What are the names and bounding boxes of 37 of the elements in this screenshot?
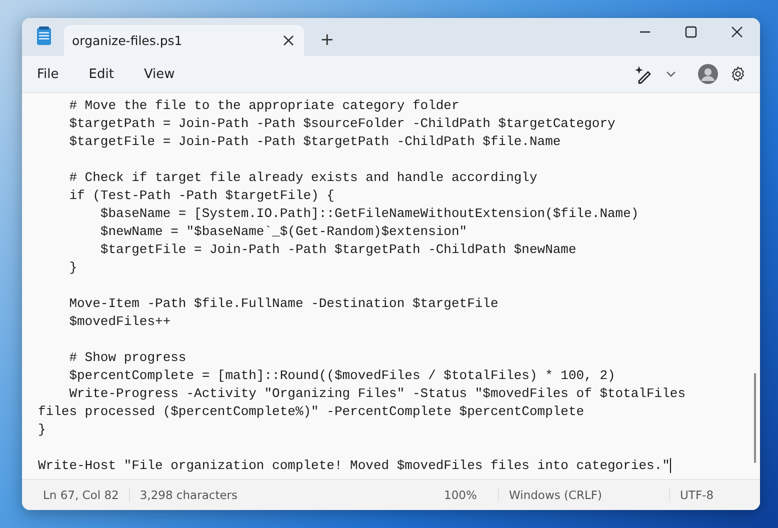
code-line: } bbox=[68, 260, 78, 275]
code-line: # Move the file to the appropriate category folder bbox=[68, 98, 460, 113]
code-line: Write-Host "File organization complete! Moved $movedFiles files into categories." bbox=[38, 458, 671, 473]
new-tab-button[interactable]: + bbox=[314, 30, 340, 50]
encoding: UTF-8 bbox=[669, 488, 760, 502]
zoom-level: 100% bbox=[444, 488, 478, 502]
code-line: $newName = "$baseName`_$(Get-Random)$extension" bbox=[99, 224, 468, 239]
code-line: if (Test-Path -Path $targetFile) { bbox=[68, 188, 334, 203]
code-line: $percentComplete = [math]::Round(($movedFiles / $totalFiles) * 100, 2) bbox=[68, 368, 616, 383]
notepad-icon bbox=[36, 26, 52, 46]
maximize-icon[interactable] bbox=[685, 26, 697, 38]
code-line: files processed ($percentComplete%)" -PercentComplete $percentComplete bbox=[38, 404, 584, 419]
settings-icon[interactable] bbox=[730, 66, 746, 82]
code-line: # Check if target file already exists and handle accordingly bbox=[68, 170, 538, 185]
avatar-icon[interactable] bbox=[698, 64, 718, 84]
file-tab[interactable]: organize-files.ps1 bbox=[64, 25, 304, 56]
close-icon[interactable] bbox=[283, 35, 294, 46]
code-line: $targetFile = Join-Path -Path $targetPath -ChildPath $file.Name bbox=[68, 134, 561, 149]
scrollbar-thumb[interactable] bbox=[754, 373, 756, 463]
chevron-down-icon[interactable] bbox=[666, 71, 676, 77]
tab-title: organize-files.ps1 bbox=[72, 33, 182, 48]
line-ending: Windows (CRLF) bbox=[498, 488, 669, 502]
cursor-position: Ln 67, Col 82 bbox=[42, 488, 120, 502]
code-line: $baseName = [System.IO.Path]::GetFileNameWithoutExtension($file.Name) bbox=[99, 206, 639, 221]
code-line: # Show progress bbox=[68, 350, 186, 365]
code-line: $movedFiles++ bbox=[68, 314, 171, 329]
menu-item[interactable]: File bbox=[28, 62, 68, 86]
menu-item[interactable]: View bbox=[134, 62, 184, 86]
character-count: 3,298 characters bbox=[128, 488, 248, 502]
code-line: } bbox=[38, 422, 46, 437]
code-line: $targetPath = Join-Path -Path $sourceFolder -ChildPath $targetCategory bbox=[68, 116, 616, 131]
code-line: $targetFile = Join-Path -Path $targetPath -ChildPath $newName bbox=[99, 242, 576, 257]
close-icon[interactable] bbox=[731, 26, 743, 38]
code-line: Move-Item -Path $file.FullName -Destination $targetFile bbox=[68, 296, 498, 311]
menu-item[interactable]: Edit bbox=[80, 62, 123, 86]
text-editor[interactable] bbox=[22, 93, 760, 479]
code-line: Write-Progress -Activity "Organizing Files" -Status "$movedFiles of $totalFiles bbox=[68, 386, 686, 401]
